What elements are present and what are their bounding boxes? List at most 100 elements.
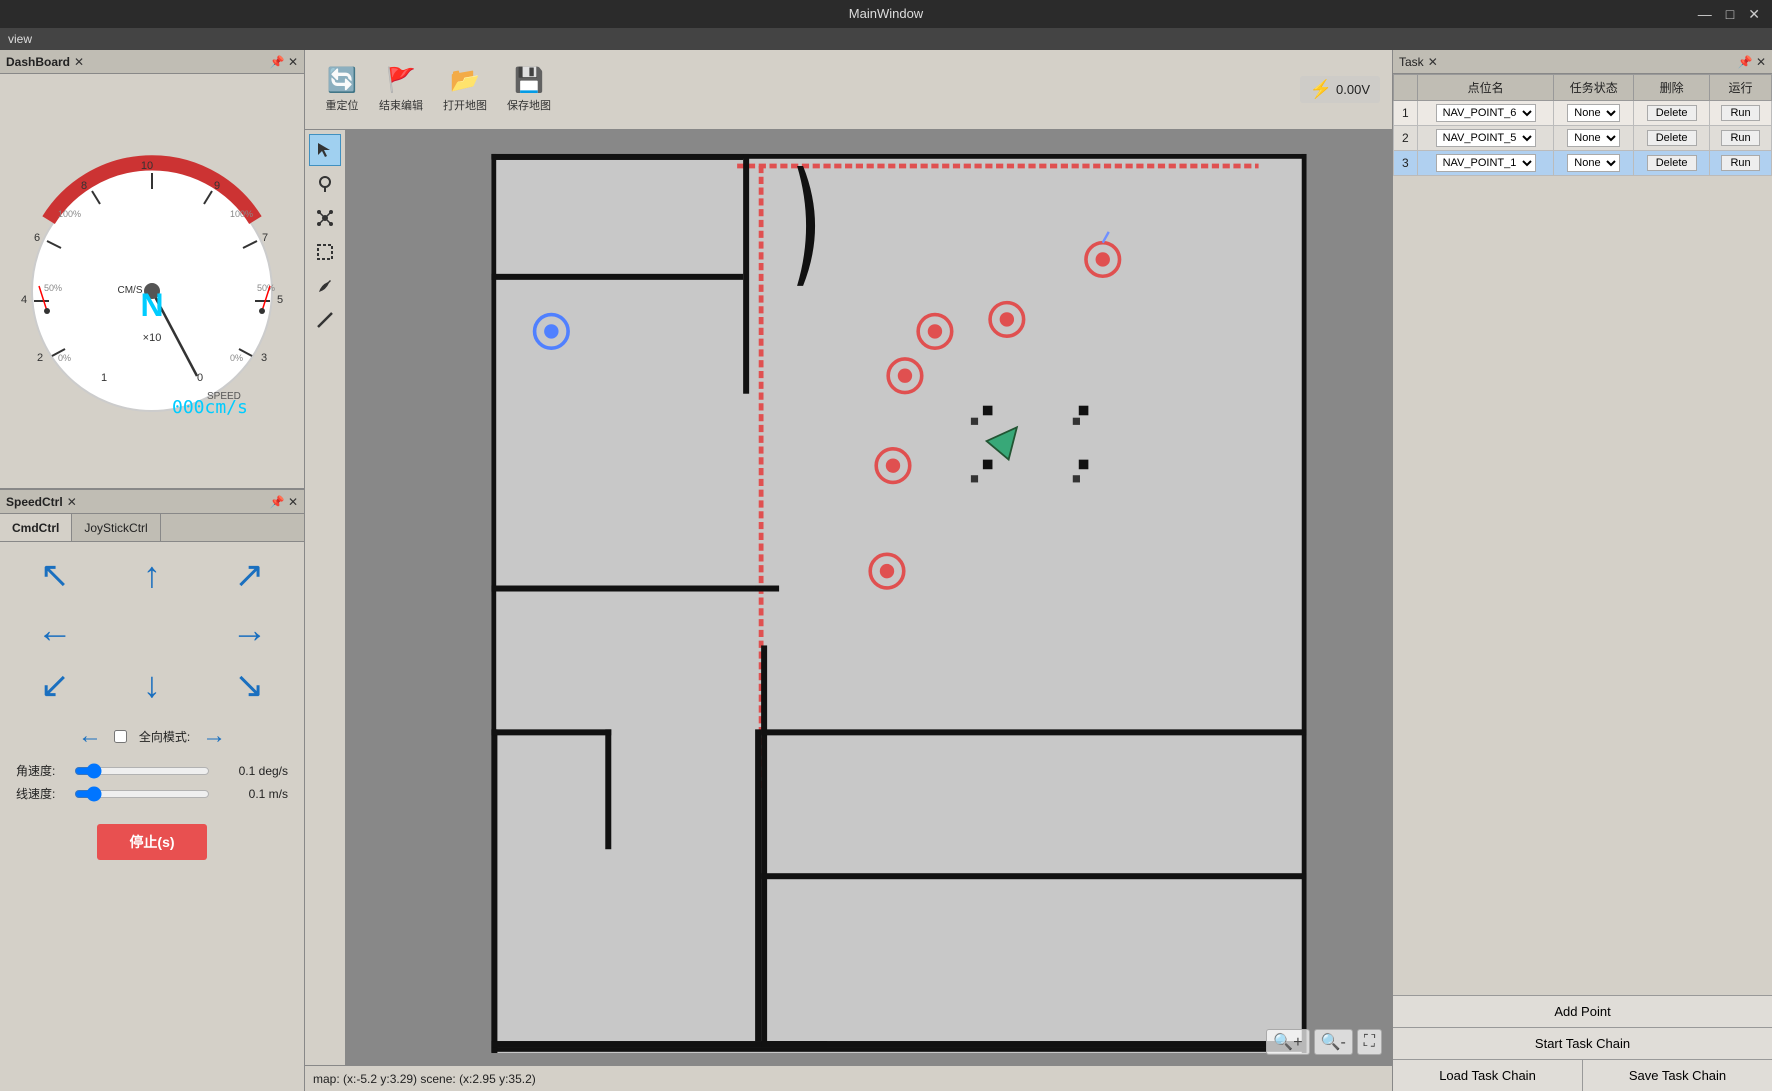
network-icon	[316, 209, 334, 227]
task-table-body: 1 NAV_POINT_6 None Delete	[1394, 101, 1772, 176]
svg-text:0%: 0%	[230, 353, 243, 363]
row2-run-button[interactable]: Run	[1721, 130, 1759, 146]
row3-delete-button[interactable]: Delete	[1647, 155, 1697, 171]
row1-run: Run	[1710, 101, 1772, 126]
svg-text:100%: 100%	[230, 209, 253, 219]
svg-text:7: 7	[262, 232, 268, 244]
toolbar-end-edit[interactable]: 🚩 结束编辑	[371, 62, 431, 117]
row2-delete-button[interactable]: Delete	[1647, 130, 1697, 146]
svg-text:100%: 100%	[58, 209, 81, 219]
toolbar-save-map[interactable]: 💾 保存地图	[499, 62, 559, 117]
save-task-chain-button[interactable]: Save Task Chain	[1583, 1060, 1772, 1091]
close-button[interactable]: ✕	[1744, 6, 1764, 23]
dashboard-pin-button[interactable]: 📌	[270, 55, 285, 69]
backward-button[interactable]: ↓	[105, 664, 198, 706]
row3-run-button[interactable]: Run	[1721, 155, 1759, 171]
dashboard-close-button[interactable]: ✕	[74, 55, 84, 69]
row1-delete-button[interactable]: Delete	[1647, 105, 1697, 121]
window-controls[interactable]: — □ ✕	[1694, 6, 1764, 23]
row2-point-select[interactable]: NAV_POINT_5	[1436, 129, 1536, 147]
svg-text:5: 5	[277, 294, 283, 306]
menu-item-view[interactable]: view	[8, 32, 32, 46]
row1-status-select[interactable]: None	[1567, 104, 1620, 122]
save-map-label: 保存地图	[507, 97, 551, 113]
dashboard-panel: DashBoard ✕ 📌 ✕	[0, 50, 304, 490]
dashboard-collapse-button[interactable]: ✕	[288, 55, 298, 69]
task-content: 点位名 任务状态 删除 运行 1 NAV_POINT_6	[1393, 74, 1772, 995]
speedctrl-pin-button[interactable]: 📌	[270, 495, 285, 509]
row2-status-select[interactable]: None	[1567, 129, 1620, 147]
col-delete: 删除	[1634, 75, 1710, 101]
task-pin-button[interactable]: 📌	[1738, 55, 1753, 69]
row1-point: NAV_POINT_6	[1417, 101, 1554, 126]
paint-icon	[316, 277, 334, 295]
forward-button[interactable]: ↑	[105, 554, 198, 596]
svg-text:4: 4	[21, 294, 27, 306]
diag-down-left-icon: ↙	[40, 664, 70, 706]
svg-text:10: 10	[141, 160, 153, 172]
zoom-out-button[interactable]: 🔍-	[1314, 1029, 1353, 1055]
strafe-left-icon: ←	[78, 722, 102, 750]
row1-run-button[interactable]: Run	[1721, 105, 1759, 121]
speedctrl-header-right: 📌 ✕	[270, 495, 298, 509]
tool-polygon-button[interactable]	[309, 236, 341, 268]
toolbar-relocate[interactable]: 🔄 重定位	[317, 62, 367, 117]
omni-mode-checkbox[interactable]	[114, 730, 127, 743]
angular-speed-slider[interactable]	[74, 763, 210, 779]
maximize-button[interactable]: □	[1722, 6, 1738, 23]
map-viewport[interactable]: 🔍+ 🔍- ⛶	[346, 130, 1392, 1065]
diag-down-right-button[interactable]: ↘	[203, 664, 296, 706]
tab-joystickctrl[interactable]: JoyStickCtrl	[72, 514, 160, 541]
svg-text:N: N	[140, 287, 163, 323]
diag-up-left-button[interactable]: ↖	[8, 554, 101, 596]
speedctrl-collapse-button[interactable]: ✕	[288, 495, 298, 509]
right-button[interactable]: →	[203, 600, 296, 660]
zoom-in-button[interactable]: 🔍+	[1266, 1029, 1309, 1055]
battery-container: ⚡ 0.00V	[1300, 76, 1380, 103]
row2-point: NAV_POINT_5	[1417, 126, 1554, 151]
task-panel-header: Task ✕ 📌 ✕	[1393, 50, 1772, 74]
tool-line-button[interactable]	[309, 304, 341, 336]
left-button[interactable]: ←	[8, 600, 101, 660]
main-layout: DashBoard ✕ 📌 ✕	[0, 50, 1772, 1091]
forward-icon: ↑	[143, 554, 161, 596]
start-task-chain-button[interactable]: Start Task Chain	[1393, 1028, 1772, 1060]
toolbar-open-map[interactable]: 📂 打开地图	[435, 62, 495, 117]
map-coordinates: map: (x:-5.2 y:3.29) scene: (x:2.95 y:35…	[313, 1072, 536, 1086]
left-panel: DashBoard ✕ 📌 ✕	[0, 50, 305, 1091]
row1-point-select[interactable]: NAV_POINT_6	[1436, 104, 1536, 122]
task-title: Task	[1399, 55, 1424, 69]
row3-status-select[interactable]: None	[1567, 154, 1620, 172]
speedctrl-tab-bar: CmdCtrl JoyStickCtrl	[0, 514, 304, 542]
stop-button[interactable]: 停止(s)	[97, 824, 206, 860]
tool-waypoint-button[interactable]	[309, 168, 341, 200]
speedctrl-close-button[interactable]: ✕	[67, 495, 77, 509]
speedctrl-header: SpeedCtrl ✕ 📌 ✕	[0, 490, 304, 514]
svg-text:50%: 50%	[44, 283, 62, 293]
col-task-status: 任务状态	[1554, 75, 1634, 101]
minimize-button[interactable]: —	[1694, 6, 1716, 23]
row1-index: 1	[1394, 101, 1418, 126]
backward-icon: ↓	[143, 664, 161, 706]
task-header-left: Task ✕	[1399, 55, 1438, 69]
svg-text:8: 8	[81, 180, 87, 192]
sliders-section: 角速度: 0.1 deg/s 线速度: 0.1 m/s	[0, 754, 304, 816]
add-point-button[interactable]: Add Point	[1393, 996, 1772, 1028]
left-icon: ←	[37, 609, 73, 651]
load-task-chain-button[interactable]: Load Task Chain	[1393, 1060, 1583, 1091]
tool-network-button[interactable]	[309, 202, 341, 234]
tab-cmdctrl[interactable]: CmdCtrl	[0, 514, 72, 541]
task-close-button[interactable]: ✕	[1428, 55, 1438, 69]
task-collapse-button[interactable]: ✕	[1756, 55, 1766, 69]
tool-paint-button[interactable]	[309, 270, 341, 302]
linear-speed-slider[interactable]	[74, 786, 210, 802]
tool-cursor-button[interactable]	[309, 134, 341, 166]
svg-text:50%: 50%	[257, 283, 275, 293]
row3-point-select[interactable]: NAV_POINT_1	[1436, 154, 1536, 172]
diag-up-right-button[interactable]: ↗	[203, 554, 296, 596]
relocate-label: 重定位	[326, 97, 359, 113]
row3-run: Run	[1710, 151, 1772, 176]
diag-down-left-button[interactable]: ↙	[8, 664, 101, 706]
direction-controls: ↖ ↑ ↗ ← → ↙	[0, 542, 304, 718]
zoom-fit-button[interactable]: ⛶	[1357, 1029, 1382, 1055]
